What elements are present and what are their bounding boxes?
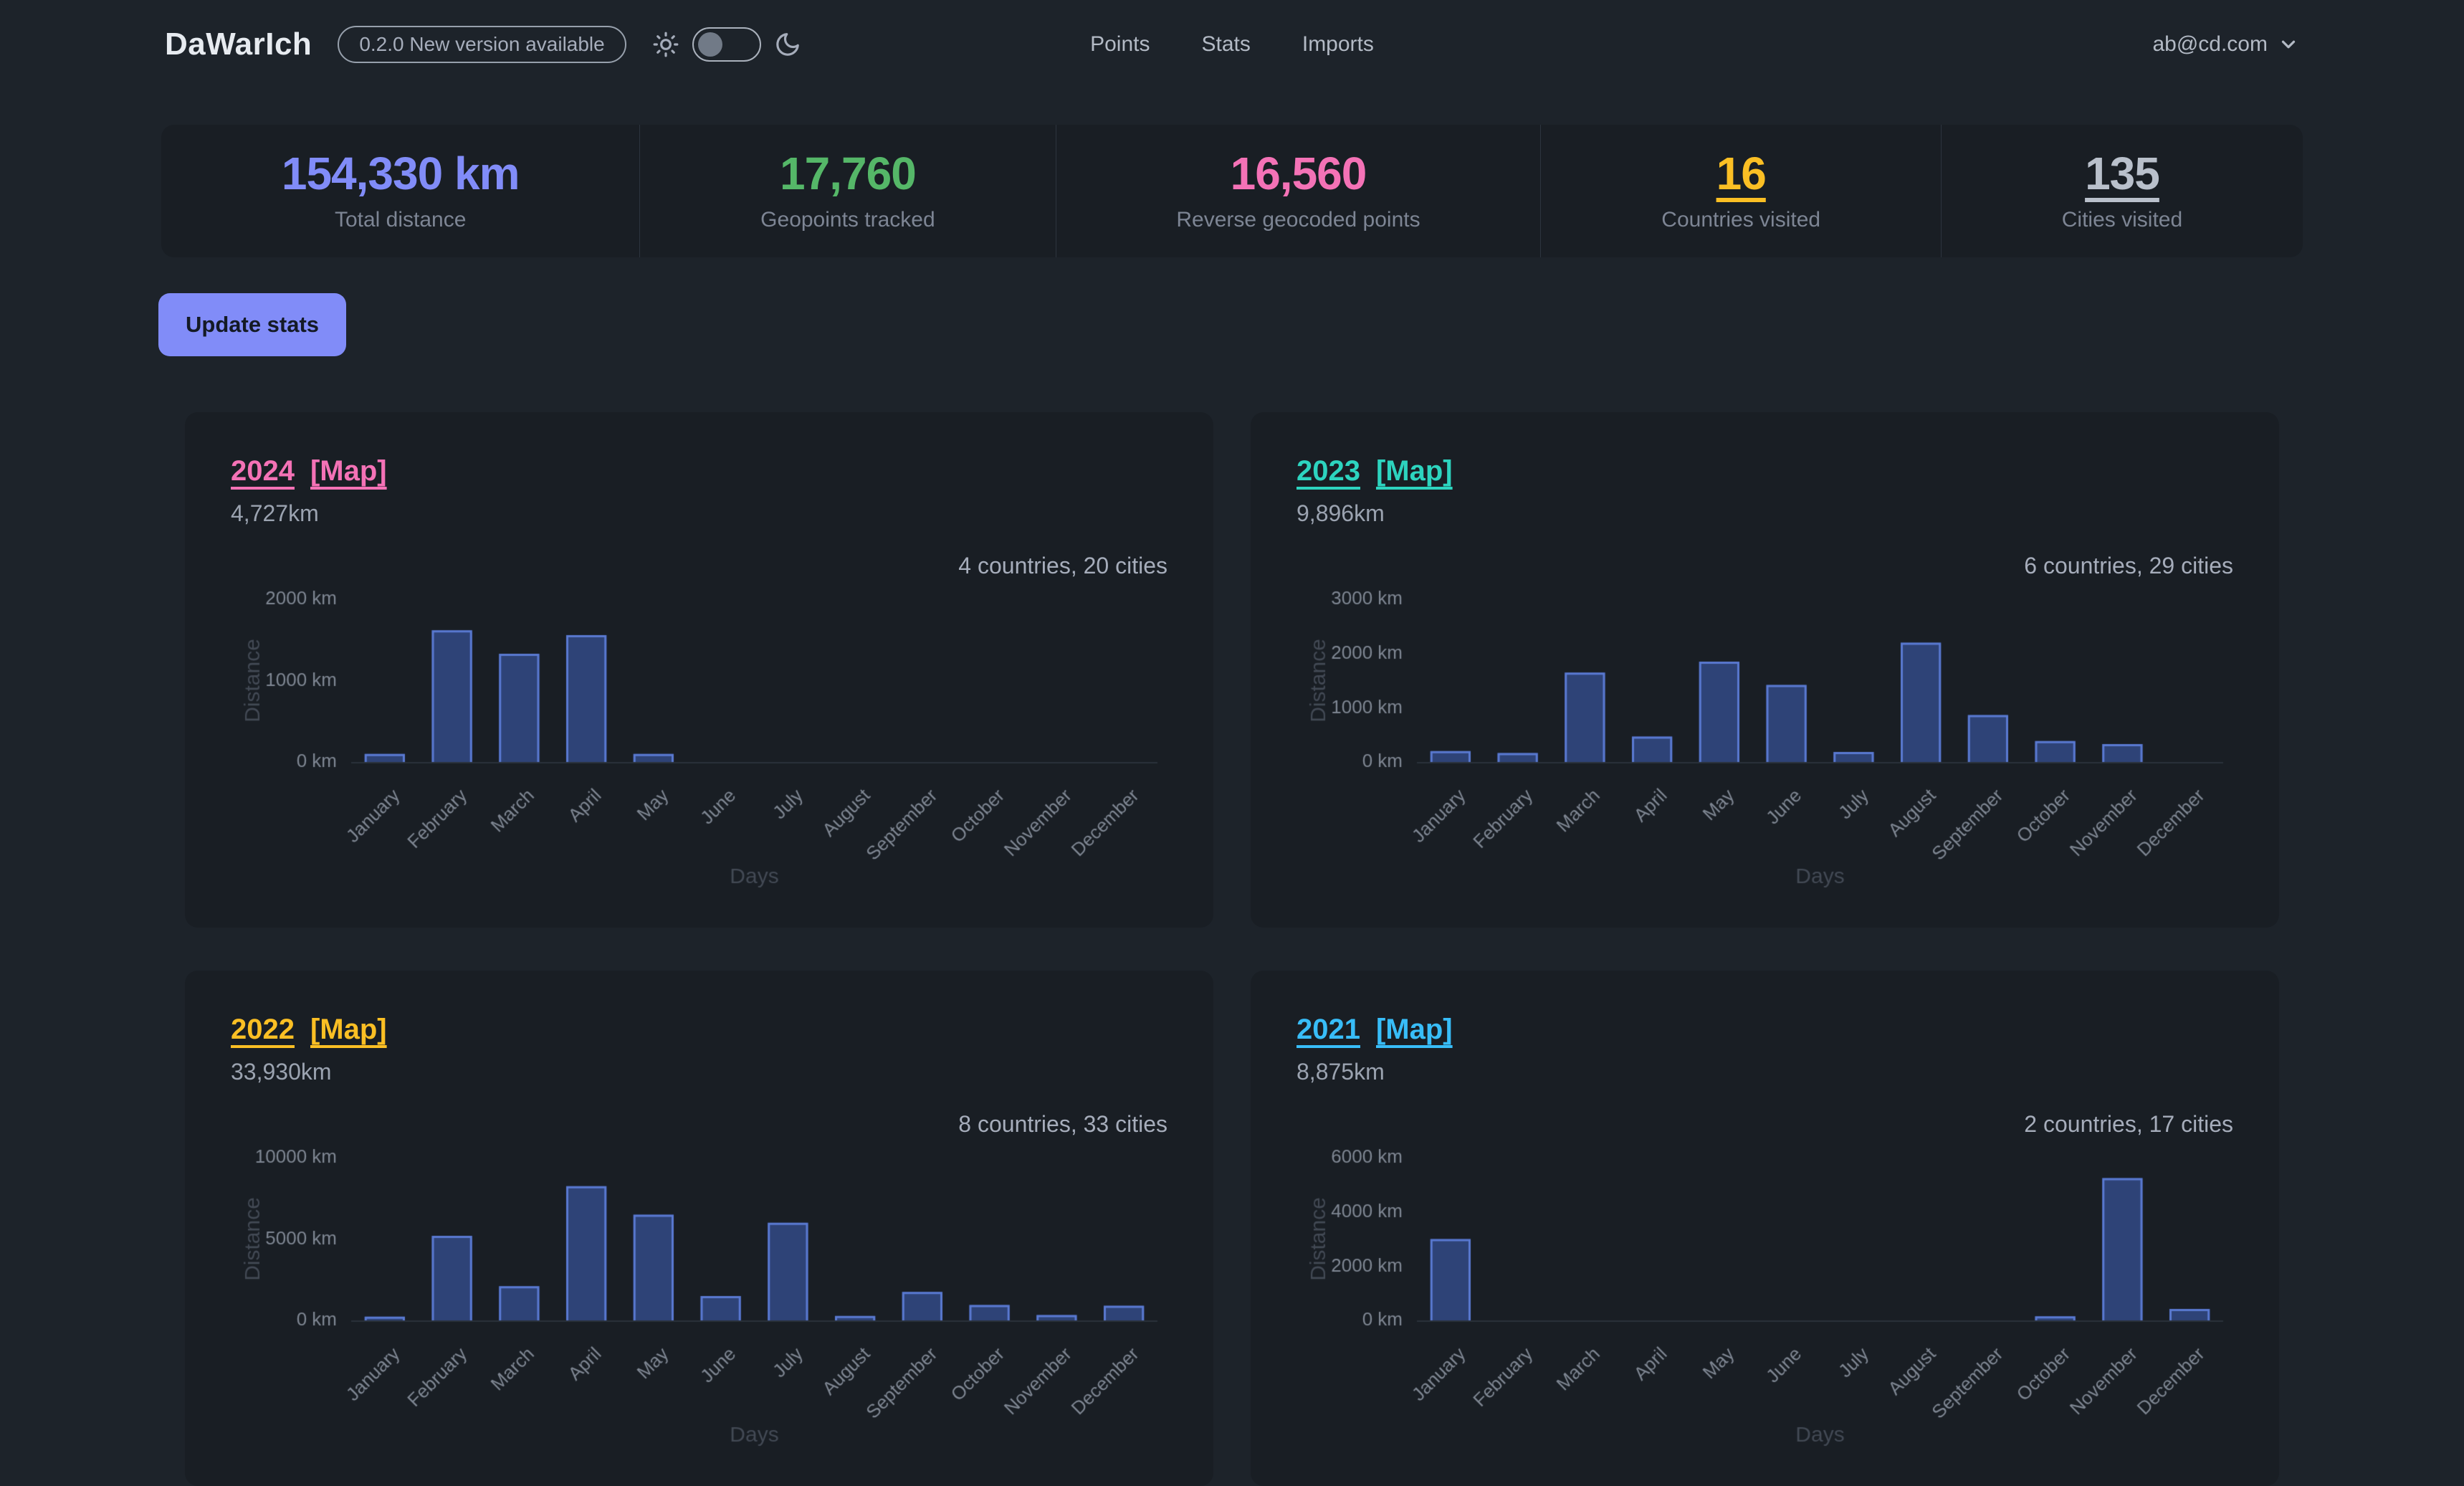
stat-countries-visited: 16 Countries visited — [1540, 125, 1940, 257]
monthly-distance-chart-2023 — [1297, 585, 2233, 893]
nav-stats[interactable]: Stats — [1201, 32, 1250, 57]
sun-icon — [652, 31, 679, 58]
moon-icon — [774, 31, 801, 58]
year-card-2022: 2022 [Map] 33,930km 8 countries, 33 citi… — [185, 971, 1213, 1486]
stat-reverse-geocoded: 16,560 Reverse geocoded points — [1056, 125, 1541, 257]
app-logo[interactable]: DaWarIch — [165, 27, 312, 62]
year-link-2022[interactable]: 2022 — [231, 1014, 295, 1046]
chevron-down-icon — [2278, 34, 2299, 55]
map-link-2024[interactable]: [Map] — [310, 455, 387, 487]
stat-label: Total distance — [335, 208, 466, 232]
nav-imports[interactable]: Imports — [1302, 32, 1374, 57]
map-link-2022[interactable]: [Map] — [310, 1014, 387, 1046]
countries-cities-summary: 2 countries, 17 cities — [1297, 1111, 2233, 1138]
year-card-2023: 2023 [Map] 9,896km 6 countries, 29 citie… — [1251, 412, 2279, 928]
stat-value: 154,330 km — [282, 151, 520, 196]
map-link-2021[interactable]: [Map] — [1376, 1014, 1453, 1046]
year-cards-grid: 2024 [Map] 4,727km 4 countries, 20 citie… — [185, 412, 2279, 1486]
countries-cities-summary: 4 countries, 20 cities — [231, 553, 1167, 579]
stat-label: Reverse geocoded points — [1176, 208, 1420, 232]
stat-label: Countries visited — [1661, 208, 1820, 232]
countries-cities-summary: 6 countries, 29 cities — [1297, 553, 2233, 579]
countries-visited-link[interactable]: 16 — [1716, 151, 1766, 196]
theme-toggle[interactable] — [692, 27, 761, 62]
year-link-2023[interactable]: 2023 — [1297, 455, 1360, 487]
year-link-2021[interactable]: 2021 — [1297, 1014, 1360, 1046]
main-nav: Points Stats Imports — [1090, 32, 1374, 57]
year-distance: 9,896km — [1297, 500, 2233, 527]
stat-label: Cities visited — [2062, 208, 2182, 232]
stat-label: Geopoints tracked — [760, 208, 935, 232]
year-distance: 33,930km — [231, 1059, 1167, 1085]
nav-points[interactable]: Points — [1090, 32, 1150, 57]
year-distance: 4,727km — [231, 500, 1167, 527]
stat-value: 17,760 — [780, 151, 916, 196]
user-menu[interactable]: ab@cd.com — [2152, 32, 2299, 57]
monthly-distance-chart-2024 — [231, 585, 1167, 893]
monthly-distance-chart-2021 — [1297, 1143, 2233, 1452]
stats-summary: 154,330 km Total distance 17,760 Geopoin… — [161, 125, 2303, 257]
user-email: ab@cd.com — [2152, 32, 2268, 57]
toggle-knob — [698, 32, 722, 57]
monthly-distance-chart-2022 — [231, 1143, 1167, 1452]
year-link-2024[interactable]: 2024 — [231, 455, 295, 487]
year-card-2024: 2024 [Map] 4,727km 4 countries, 20 citie… — [185, 412, 1213, 928]
top-navbar: DaWarIch 0.2.0 New version available Poi… — [0, 0, 2464, 89]
countries-cities-summary: 8 countries, 33 cities — [231, 1111, 1167, 1138]
map-link-2023[interactable]: [Map] — [1376, 455, 1453, 487]
stat-value: 16,560 — [1231, 151, 1367, 196]
stat-cities-visited: 135 Cities visited — [1941, 125, 2303, 257]
stat-total-distance: 154,330 km Total distance — [161, 125, 639, 257]
year-card-2021: 2021 [Map] 8,875km 2 countries, 17 citie… — [1251, 971, 2279, 1486]
theme-controls — [652, 27, 801, 62]
version-badge[interactable]: 0.2.0 New version available — [338, 26, 626, 63]
update-stats-button[interactable]: Update stats — [158, 293, 346, 356]
year-distance: 8,875km — [1297, 1059, 2233, 1085]
cities-visited-link[interactable]: 135 — [2085, 151, 2159, 196]
stat-geopoints-tracked: 17,760 Geopoints tracked — [639, 125, 1055, 257]
